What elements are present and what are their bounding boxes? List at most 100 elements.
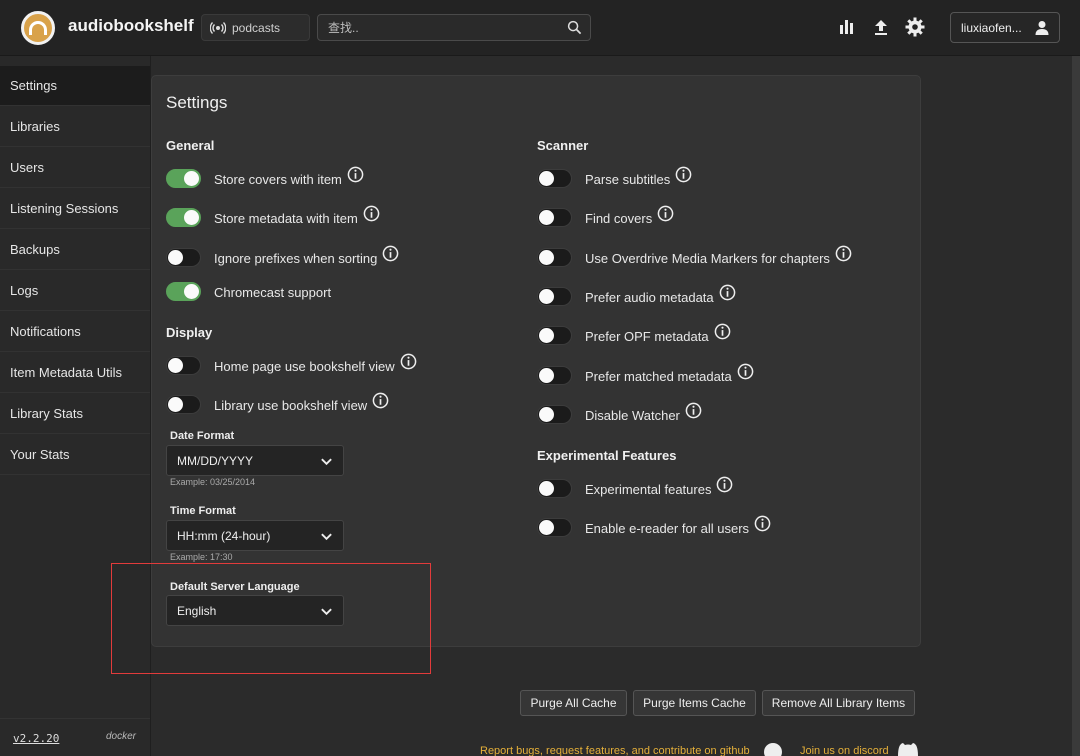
setting-store-metadata: Store metadata with item <box>166 205 380 228</box>
chevron-down-icon <box>321 533 332 541</box>
setting-ereader-all-users: Enable e-reader for all users <box>537 515 771 538</box>
sidebar-item-libraries[interactable]: Libraries <box>0 107 150 147</box>
toggle-switch[interactable] <box>537 517 572 537</box>
date-format-label: Date Format <box>170 430 235 442</box>
search-icon[interactable] <box>567 20 582 35</box>
sidebar-item-logs[interactable]: Logs <box>0 271 150 311</box>
purge-items-cache-button[interactable]: Purge Items Cache <box>633 690 756 716</box>
setting-label: Disable Watcher <box>585 408 680 423</box>
time-format-select[interactable]: HH:mm (24-hour) <box>166 520 344 551</box>
sidebar-item-users[interactable]: Users <box>0 148 150 188</box>
github-icon[interactable] <box>763 742 783 756</box>
upload-icon[interactable] <box>871 17 891 37</box>
setting-disable-watcher: Disable Watcher <box>537 402 702 425</box>
toggle-switch[interactable] <box>537 286 572 306</box>
info-icon[interactable] <box>363 205 380 222</box>
section-experimental-title: Experimental Features <box>537 448 677 463</box>
sidebar-item-backups[interactable]: Backups <box>0 230 150 270</box>
setting-label: Store metadata with item <box>214 211 358 226</box>
section-scanner-title: Scanner <box>537 138 589 153</box>
sidebar-item-your-stats[interactable]: Your Stats <box>0 435 150 475</box>
time-format-label: Time Format <box>170 505 236 517</box>
time-format-example: Example: 17:30 <box>170 552 233 562</box>
sidebar-item-listening-sessions[interactable]: Listening Sessions <box>0 189 150 229</box>
setting-label: Home page use bookshelf view <box>214 359 395 374</box>
environment-label: docker <box>106 731 137 742</box>
library-name: podcasts <box>232 20 281 35</box>
info-icon[interactable] <box>685 402 702 419</box>
info-icon[interactable] <box>400 353 417 370</box>
page-title: Settings <box>166 93 228 112</box>
sidebar-item-library-stats[interactable]: Library Stats <box>0 394 150 434</box>
top-bar: audiobookshelf podcasts liuxiaofen... <box>0 0 1080 56</box>
toggle-switch[interactable] <box>166 247 201 267</box>
sidebar-divider <box>0 718 150 719</box>
toggle-switch[interactable] <box>537 207 572 227</box>
info-icon[interactable] <box>835 245 852 262</box>
toggle-switch[interactable] <box>166 207 201 227</box>
setting-chromecast: Chromecast support <box>166 280 331 302</box>
user-menu-button[interactable]: liuxiaofen... <box>950 12 1060 43</box>
setting-overdrive-markers: Use Overdrive Media Markers for chapters <box>537 245 852 268</box>
setting-label: Chromecast support <box>214 285 332 300</box>
setting-label: Prefer OPF metadata <box>585 329 709 344</box>
setting-home-bookshelf: Home page use bookshelf view <box>166 353 417 376</box>
info-icon[interactable] <box>737 363 754 380</box>
info-icon[interactable] <box>675 166 692 183</box>
scrollbar[interactable] <box>1072 56 1080 756</box>
podcast-icon <box>210 21 226 34</box>
setting-label: Find covers <box>585 211 653 226</box>
user-name: liuxiaofen... <box>961 20 1022 35</box>
setting-library-bookshelf: Library use bookshelf view <box>166 392 389 415</box>
github-link[interactable]: Report bugs, request features, and contr… <box>480 745 750 756</box>
app-logo-icon[interactable] <box>21 11 55 45</box>
toggle-switch[interactable] <box>537 325 572 345</box>
info-icon[interactable] <box>347 166 364 183</box>
date-format-value: MM/DD/YYYY <box>177 453 254 468</box>
setting-parse-subtitles: Parse subtitles <box>537 166 692 189</box>
search-input[interactable] <box>318 15 558 40</box>
toggle-switch[interactable] <box>166 394 201 414</box>
chevron-down-icon <box>321 458 332 466</box>
date-format-example: Example: 03/25/2014 <box>170 477 256 487</box>
setting-store-covers: Store covers with item <box>166 166 364 189</box>
toggle-switch[interactable] <box>166 355 201 375</box>
sidebar-item-settings[interactable]: Settings <box>0 66 150 106</box>
library-selector[interactable]: podcasts <box>201 14 310 41</box>
setting-label: Prefer audio metadata <box>585 290 714 305</box>
version-link[interactable]: v2.2.20 <box>13 732 59 745</box>
info-icon[interactable] <box>719 284 736 301</box>
setting-label: Ignore prefixes when sorting <box>214 251 378 266</box>
purge-all-cache-button[interactable]: Purge All Cache <box>520 690 627 716</box>
toggle-switch[interactable] <box>537 247 572 267</box>
info-icon[interactable] <box>657 205 674 222</box>
section-display-title: Display <box>166 325 213 340</box>
setting-label: Library use bookshelf view <box>214 398 368 413</box>
settings-gear-icon[interactable] <box>905 17 925 37</box>
toggle-switch[interactable] <box>166 281 201 301</box>
toggle-switch[interactable] <box>537 478 572 498</box>
date-format-select[interactable]: MM/DD/YYYY <box>166 445 344 476</box>
info-icon[interactable] <box>382 245 399 262</box>
time-format-value: HH:mm (24-hour) <box>177 528 271 543</box>
stats-icon[interactable] <box>837 17 857 37</box>
sidebar-item-item-metadata-utils[interactable]: Item Metadata Utils <box>0 353 150 393</box>
setting-label: Experimental features <box>585 482 712 497</box>
setting-label: Parse subtitles <box>585 172 671 187</box>
info-icon[interactable] <box>714 323 731 340</box>
setting-label: Use Overdrive Media Markers for chapters <box>585 251 830 266</box>
sidebar-item-notifications[interactable]: Notifications <box>0 312 150 352</box>
toggle-switch[interactable] <box>537 365 572 385</box>
app-title[interactable]: audiobookshelf <box>68 16 194 36</box>
setting-prefer-audio-metadata: Prefer audio metadata <box>537 284 736 307</box>
toggle-switch[interactable] <box>166 168 201 188</box>
discord-icon[interactable] <box>895 742 921 756</box>
info-icon[interactable] <box>372 392 389 409</box>
info-icon[interactable] <box>754 515 771 532</box>
remove-all-library-items-button[interactable]: Remove All Library Items <box>762 690 915 716</box>
discord-link[interactable]: Join us on discord <box>800 745 889 756</box>
info-icon[interactable] <box>716 476 733 493</box>
toggle-switch[interactable] <box>537 168 572 188</box>
setting-label: Enable e-reader for all users <box>585 521 750 536</box>
toggle-switch[interactable] <box>537 404 572 424</box>
